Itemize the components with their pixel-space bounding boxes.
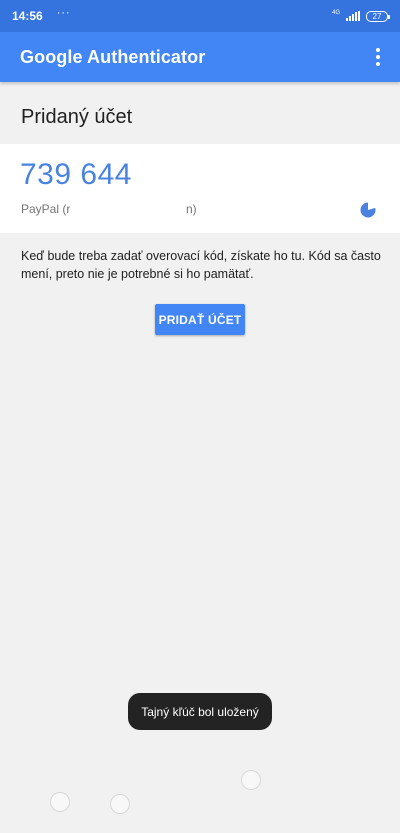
signal-icon [346, 11, 360, 21]
touch-indicator [50, 792, 70, 812]
otp-code[interactable]: 739 644 [20, 158, 132, 192]
status-time: 14:56 [12, 9, 43, 23]
touch-indicator [241, 770, 261, 790]
countdown-pie-icon [360, 202, 376, 218]
app-bar: Google Authenticator [0, 32, 400, 82]
more-vert-icon[interactable] [370, 42, 386, 72]
screen: 14:56 ··· 4G 27 Google Authenticator Pri… [0, 0, 400, 833]
add-account-button[interactable]: PRIDAŤ ÚČET [155, 304, 245, 335]
account-name: PayPal (r [21, 202, 71, 216]
account-card[interactable]: 739 644 PayPal (r n) [0, 144, 400, 233]
page-title: Pridaný účet [21, 106, 133, 128]
redacted-area [70, 199, 186, 219]
battery-level: 27 [372, 11, 382, 21]
network-type-label: 4G [331, 10, 340, 16]
status-bar: 14:56 ··· 4G 27 [0, 0, 400, 32]
account-name-end: n) [186, 202, 197, 216]
info-text: Keď bude treba zadať overovací kód, získ… [21, 249, 381, 281]
toast-message: Tajný kľúč bol uložený [128, 693, 272, 730]
touch-indicator [110, 794, 130, 814]
battery-icon: 27 [366, 10, 390, 22]
app-title: Google Authenticator [20, 46, 206, 67]
toast-text: Tajný kľúč bol uložený [141, 704, 259, 719]
status-icons: 4G 27 [331, 10, 390, 22]
notification-dots: ··· [56, 7, 71, 19]
